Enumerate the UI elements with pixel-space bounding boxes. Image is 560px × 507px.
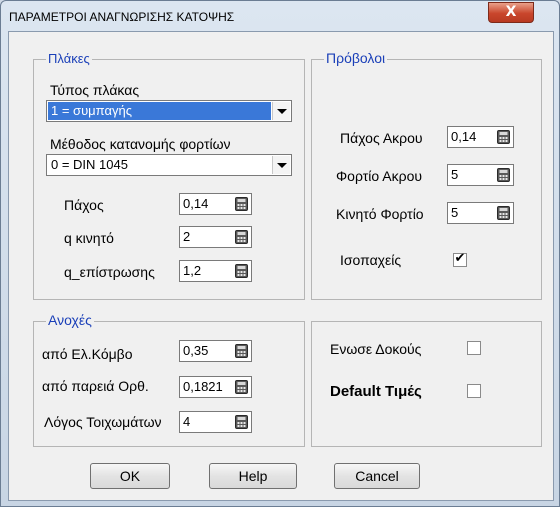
calculator-icon[interactable]: [497, 130, 510, 144]
live-cantilever-load-value: 5: [451, 205, 459, 220]
live-load-field[interactable]: 2: [179, 226, 252, 248]
wall-ratio-value: 4: [183, 414, 191, 429]
tip-load-value: 5: [451, 167, 459, 182]
cantilevers-group-title: Πρόβολοι: [324, 50, 388, 66]
load-method-chevron-down-icon[interactable]: [272, 156, 290, 174]
tip-load-field[interactable]: 5: [447, 164, 514, 186]
help-button[interactable]: Help: [209, 463, 297, 489]
wall-tolerance-label: από παρειά Ορθ.: [42, 378, 149, 394]
checkmark-icon: ✔: [454, 251, 466, 266]
default-values-label: Default Τιμές: [330, 383, 422, 400]
slab-type-chevron-down-icon[interactable]: [272, 102, 290, 120]
live-load-value: 2: [183, 229, 191, 244]
live-cantilever-load-label: Κινητό Φορτίο: [336, 206, 424, 222]
calculator-icon[interactable]: [235, 344, 248, 358]
close-button[interactable]: X: [488, 2, 534, 23]
slab-type-label: Τύπος πλάκας: [50, 82, 140, 98]
node-tolerance-value: 0,35: [183, 343, 209, 358]
calculator-icon[interactable]: [497, 206, 510, 220]
calculator-icon[interactable]: [235, 415, 248, 429]
title-bar[interactable]: ΠΑΡΑΜΕΤΡΟΙ ΑΝΑΓΝΩΡΙΣΗΣ ΚΑΤΟΨΗΣ X: [1, 1, 559, 31]
dialog-client-area: Πλάκες Τύπος πλάκας 1 = συμπαγής Μέθοδος…: [8, 31, 554, 501]
options-group: Ενωσε Δοκούς Default Τιμές: [311, 321, 542, 447]
node-tolerance-label: από Ελ.Κόμβο: [42, 346, 133, 362]
ok-button[interactable]: OK: [90, 463, 170, 489]
slab-type-select[interactable]: 1 = συμπαγής: [46, 100, 292, 122]
wall-tolerance-value: 0,1821: [183, 379, 223, 394]
window-title: ΠΑΡΑΜΕΤΡΟΙ ΑΝΑΓΝΩΡΙΣΗΣ ΚΑΤΟΨΗΣ: [9, 10, 235, 24]
live-cantilever-load-field[interactable]: 5: [447, 202, 514, 224]
wall-tolerance-field[interactable]: 0,1821: [179, 376, 252, 398]
calculator-icon[interactable]: [235, 264, 248, 278]
wall-ratio-field[interactable]: 4: [179, 411, 252, 433]
thickness-value: 0,14: [183, 196, 209, 211]
calculator-icon[interactable]: [235, 197, 248, 211]
default-values-checkbox[interactable]: [467, 384, 481, 398]
uniform-thickness-checkbox[interactable]: ✔: [453, 251, 467, 267]
cantilevers-group: Πρόβολοι Πάχος Ακρου 0,14 Φορτίο Ακρου 5…: [311, 50, 542, 300]
node-tolerance-field[interactable]: 0,35: [179, 340, 252, 362]
thickness-label: Πάχος: [64, 197, 104, 213]
tip-thickness-label: Πάχος Ακρου: [340, 130, 423, 146]
coating-load-field[interactable]: 1,2: [179, 260, 252, 282]
thickness-field[interactable]: 0,14: [179, 193, 252, 215]
tip-load-label: Φορτίο Ακρου: [336, 168, 423, 184]
coating-load-value: 1,2: [183, 263, 202, 278]
load-method-value: 0 = DIN 1045: [51, 157, 128, 172]
tip-thickness-field[interactable]: 0,14: [447, 126, 514, 148]
calculator-icon[interactable]: [235, 380, 248, 394]
join-beams-label: Ενωσε Δοκούς: [330, 341, 422, 357]
slab-type-value: 1 = συμπαγής: [48, 102, 271, 120]
wall-ratio-label: Λόγος Τοιχωμάτων: [44, 414, 162, 430]
slabs-group: Πλάκες Τύπος πλάκας 1 = συμπαγής Μέθοδος…: [33, 51, 305, 300]
uniform-thickness-label: Ισοπαχείς: [340, 252, 402, 268]
tolerances-group: Ανοχές από Ελ.Κόμβο 0,35 από παρειά Ορθ.…: [33, 312, 305, 447]
calculator-icon[interactable]: [235, 230, 248, 244]
tolerances-group-title: Ανοχές: [46, 312, 94, 328]
load-method-label: Μέθοδος κατανομής φορτίων: [50, 136, 231, 152]
join-beams-checkbox[interactable]: [467, 341, 481, 355]
tip-thickness-value: 0,14: [451, 129, 477, 144]
load-method-select[interactable]: 0 = DIN 1045: [46, 154, 292, 176]
cancel-button[interactable]: Cancel: [334, 463, 420, 489]
dialog-window: ΠΑΡΑΜΕΤΡΟΙ ΑΝΑΓΝΩΡΙΣΗΣ ΚΑΤΟΨΗΣ X Πλάκες …: [0, 0, 560, 507]
slabs-group-title: Πλάκες: [46, 51, 92, 66]
coating-load-label: q_επίστρωσης: [64, 264, 155, 280]
live-load-label: q κινητό: [64, 230, 114, 246]
calculator-icon[interactable]: [497, 168, 510, 182]
